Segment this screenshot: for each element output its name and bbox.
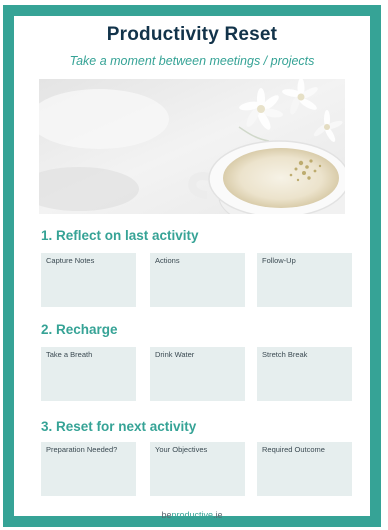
box-follow-up[interactable]: Follow-Up <box>257 253 352 307</box>
worksheet-page: Productivity Reset Take a moment between… <box>3 5 381 527</box>
brand-suffix: .ie <box>213 510 223 520</box>
box-take-a-breath[interactable]: Take a Breath <box>41 347 136 401</box>
box-label: Take a Breath <box>46 350 93 359</box>
page-title: Productivity Reset <box>106 24 278 45</box>
brand-prefix: be <box>161 510 172 520</box>
box-label: Preparation Needed? <box>46 445 118 454</box>
coffee-cup-photo <box>39 79 345 214</box>
box-stretch-break[interactable]: Stretch Break <box>257 347 352 401</box>
box-capture-notes[interactable]: Capture Notes <box>41 253 136 307</box>
box-label: Required Outcome <box>262 445 325 454</box>
box-actions[interactable]: Actions <box>150 253 245 307</box>
section-heading-recharge: 2. Recharge <box>41 322 118 337</box>
brand-accent: productive <box>171 510 214 520</box>
box-label: Stretch Break <box>262 350 308 359</box>
box-label: Follow-Up <box>262 256 296 265</box>
section-heading-reset: 3. Reset for next activity <box>41 419 197 434</box>
page-subtitle: Take a moment between meetings / project… <box>69 54 315 68</box>
box-label: Your Objectives <box>155 445 208 454</box>
box-label: Drink Water <box>155 350 195 359</box>
box-required-outcome[interactable]: Required Outcome <box>257 442 352 496</box>
footer-brand: beproductive.ie <box>14 510 370 520</box>
box-preparation-needed[interactable]: Preparation Needed? <box>41 442 136 496</box>
coffee-cup-illustration <box>39 79 345 214</box>
section-heading-reflect: 1. Reflect on last activity <box>41 228 199 243</box>
box-label: Capture Notes <box>46 256 95 265</box>
box-label: Actions <box>155 256 180 265</box>
box-drink-water[interactable]: Drink Water <box>150 347 245 401</box>
box-your-objectives[interactable]: Your Objectives <box>150 442 245 496</box>
